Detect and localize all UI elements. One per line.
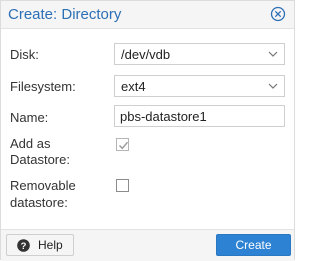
help-button[interactable]: ? Help	[6, 234, 74, 256]
filesystem-label: Filesystem:	[10, 79, 76, 94]
disk-label: Disk:	[10, 47, 39, 62]
chevron-down-icon	[268, 51, 278, 57]
name-input[interactable]	[120, 108, 280, 124]
removable-datastore-label-line2: datastore:	[10, 195, 68, 210]
create-button-label: Create	[235, 238, 272, 252]
filesystem-value: ext4	[121, 79, 146, 94]
dialog-header: Create: Directory	[1, 1, 294, 29]
create-directory-dialog: Create: Directory Disk: /dev/vdb Filesys…	[0, 0, 295, 261]
close-icon[interactable]	[270, 6, 286, 22]
chevron-down-icon	[268, 83, 278, 89]
dialog-footer: ? Help Create	[1, 229, 294, 261]
question-circle-icon: ?	[17, 239, 30, 252]
add-as-datastore-label-line2: Datastore:	[10, 152, 70, 167]
add-as-datastore-checkbox[interactable]	[116, 138, 129, 151]
filesystem-select[interactable]: ext4	[114, 75, 285, 97]
removable-datastore-checkbox[interactable]	[116, 179, 129, 192]
disk-select[interactable]: /dev/vdb	[114, 43, 285, 65]
name-label: Name:	[10, 110, 49, 125]
removable-datastore-label-line1: Removable	[10, 178, 76, 193]
dialog-title: Create: Directory	[8, 6, 122, 23]
help-button-label: Help	[38, 238, 63, 252]
svg-text:?: ?	[21, 241, 27, 252]
create-button[interactable]: Create	[216, 234, 291, 256]
checkmark-icon	[119, 141, 129, 150]
disk-value: /dev/vdb	[121, 47, 171, 62]
add-as-datastore-label-line1: Add as	[10, 136, 51, 151]
name-field-wrapper	[114, 105, 285, 127]
